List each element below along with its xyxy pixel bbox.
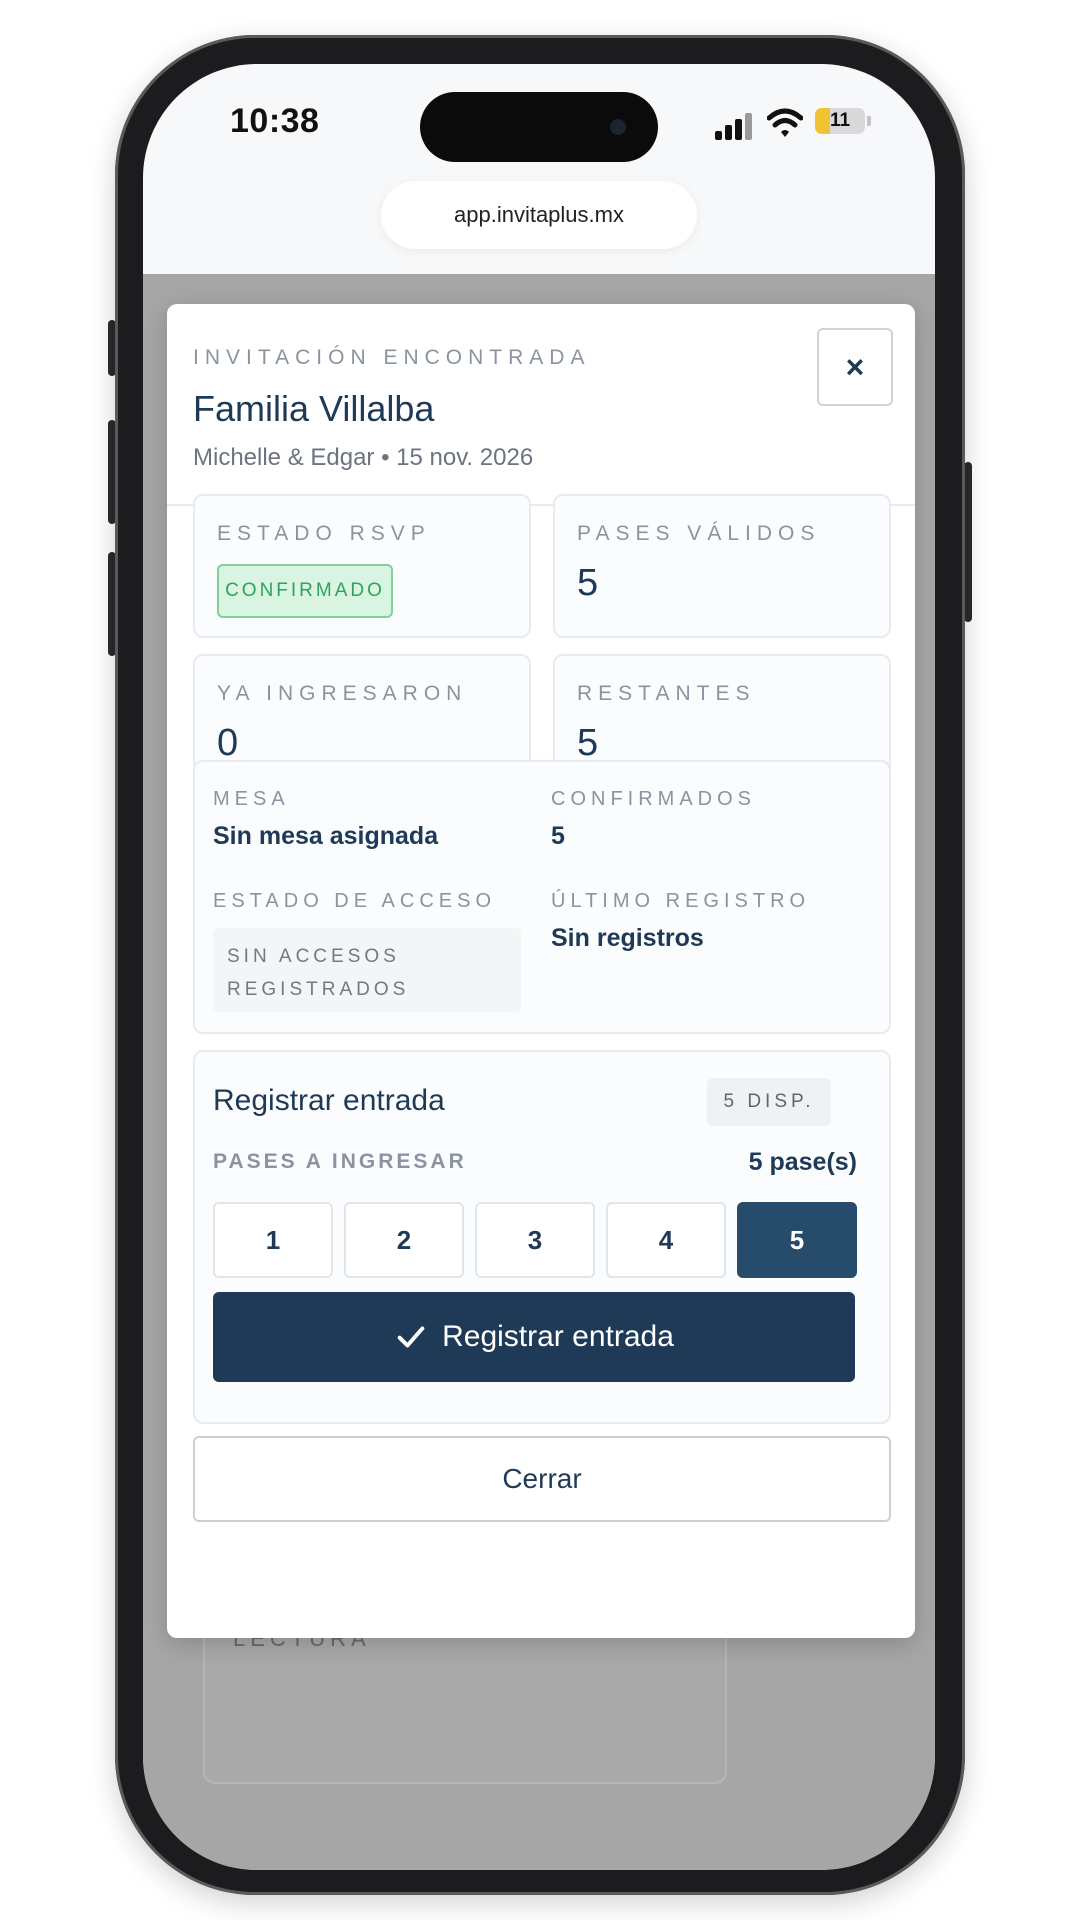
status-time: 10:38 bbox=[230, 102, 320, 140]
battery-nub bbox=[867, 116, 871, 126]
address-bar[interactable]: app.invitaplus.mx bbox=[381, 181, 697, 249]
camera-icon bbox=[610, 119, 626, 135]
last-record-label: ÚLTIMO REGISTRO bbox=[551, 890, 811, 912]
pass-option-2[interactable]: 2 bbox=[344, 1202, 464, 1278]
phone-screen: 10:38 11 app.invitaplus.mx LECTURA INVIT… bbox=[143, 64, 935, 1870]
cellular-signal-icon bbox=[715, 112, 757, 140]
remaining-label: RESTANTES bbox=[577, 682, 756, 705]
details-card: MESA Sin mesa asignada CONFIRMADOS 5 EST… bbox=[193, 760, 891, 1034]
last-record-value: Sin registros bbox=[551, 924, 704, 952]
pass-option-1[interactable]: 1 bbox=[213, 1202, 333, 1278]
access-status-label: ESTADO DE ACCESO bbox=[213, 890, 497, 912]
passes-label: PASES A INGRESAR bbox=[213, 1150, 467, 1173]
passes-selected: 5 pase(s) bbox=[748, 1148, 857, 1176]
invitation-modal: INVITACIÓN ENCONTRADA Familia Villalba M… bbox=[167, 304, 915, 1638]
register-title: Registrar entrada bbox=[213, 1084, 445, 1117]
valid-passes-label: PASES VÁLIDOS bbox=[577, 522, 821, 545]
entered-value: 0 bbox=[217, 722, 239, 764]
register-entry-button[interactable]: Registrar entrada bbox=[213, 1292, 855, 1382]
available-badge: 5 DISP. bbox=[707, 1078, 831, 1126]
modal-kicker: INVITACIÓN ENCONTRADA bbox=[193, 346, 591, 369]
rsvp-status-card: ESTADO RSVP CONFIRMADO bbox=[193, 494, 531, 638]
pass-option-4[interactable]: 4 bbox=[606, 1202, 726, 1278]
check-icon bbox=[397, 1326, 425, 1348]
power-button bbox=[964, 462, 972, 622]
battery-icon: 11 bbox=[815, 108, 865, 134]
close-icon: × bbox=[845, 349, 865, 385]
pass-option-3[interactable]: 3 bbox=[475, 1202, 595, 1278]
rsvp-status-label: ESTADO RSVP bbox=[217, 522, 431, 545]
battery-level: 11 bbox=[829, 110, 851, 131]
access-status-box: SIN ACCESOS REGISTRADOS bbox=[213, 928, 521, 1012]
rsvp-status-badge: CONFIRMADO bbox=[217, 564, 393, 618]
status-bar: 10:38 11 bbox=[143, 64, 935, 184]
remaining-value: 5 bbox=[577, 722, 599, 764]
close-modal-button[interactable]: Cerrar bbox=[193, 1436, 891, 1522]
access-status-value: SIN ACCESOS REGISTRADOS bbox=[227, 946, 410, 1000]
valid-passes-value: 5 bbox=[577, 562, 599, 604]
table-label: MESA bbox=[213, 788, 290, 810]
register-entry-card: Registrar entrada 5 DISP. PASES A INGRES… bbox=[193, 1050, 891, 1424]
dynamic-island bbox=[420, 92, 658, 162]
wifi-icon bbox=[767, 108, 803, 137]
modal-header: INVITACIÓN ENCONTRADA Familia Villalba M… bbox=[167, 304, 915, 506]
table-value: Sin mesa asignada bbox=[213, 822, 439, 850]
register-entry-button-label: Registrar entrada bbox=[442, 1320, 674, 1353]
guest-name: Familia Villalba bbox=[193, 388, 435, 429]
entered-label: YA INGRESARON bbox=[217, 682, 468, 705]
pass-option-5[interactable]: 5 bbox=[737, 1202, 857, 1278]
confirmed-label: CONFIRMADOS bbox=[551, 788, 756, 810]
close-button[interactable]: × bbox=[817, 328, 893, 406]
confirmed-value: 5 bbox=[551, 822, 565, 850]
valid-passes-card: PASES VÁLIDOS 5 bbox=[553, 494, 891, 638]
event-details: Michelle & Edgar • 15 nov. 2026 bbox=[193, 444, 534, 471]
